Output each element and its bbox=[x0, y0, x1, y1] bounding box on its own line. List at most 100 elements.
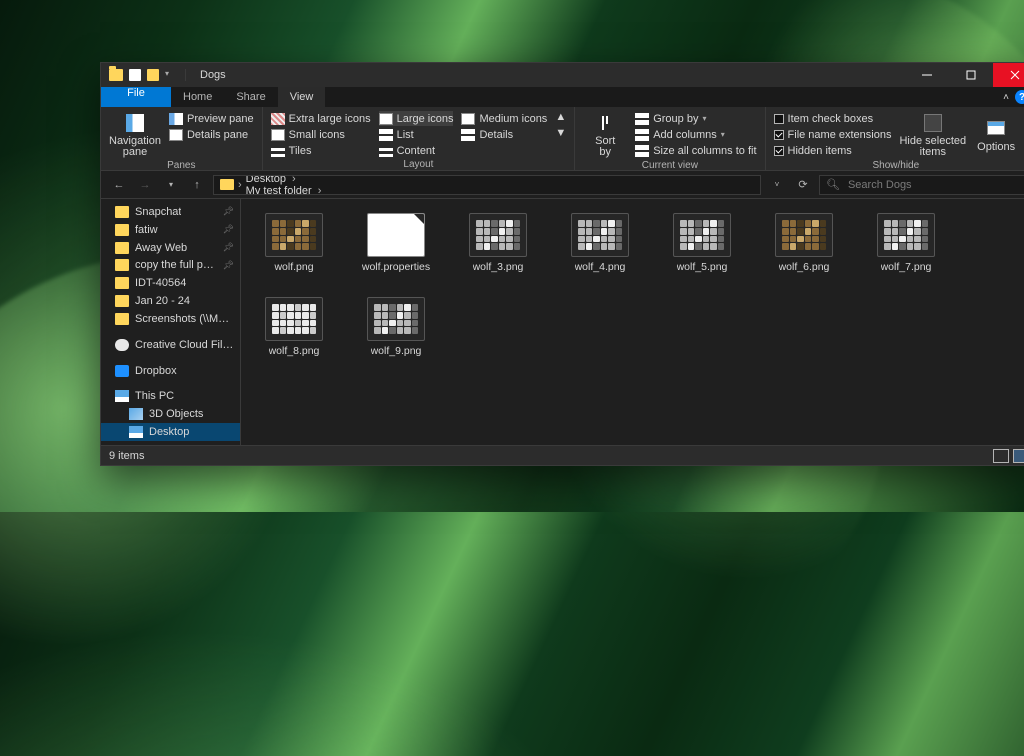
main-area: Snapchat📌︎fatiw📌︎Away Web📌︎copy the full… bbox=[101, 199, 1024, 445]
file-item[interactable]: wolf_9.png bbox=[361, 297, 431, 357]
details-pane-button[interactable]: Details pane bbox=[169, 127, 254, 142]
layout-xl[interactable]: Extra large icons bbox=[271, 111, 371, 126]
file-thumbnail bbox=[469, 213, 527, 257]
preview-pane-icon bbox=[169, 113, 183, 125]
layout-md[interactable]: Medium icons bbox=[461, 111, 547, 126]
layout-list[interactable]: List bbox=[379, 127, 454, 142]
sidebar-item-label: Dropbox bbox=[135, 365, 177, 377]
sidebar-item-label: Snapchat bbox=[135, 206, 181, 218]
layout-tiles[interactable]: Tiles bbox=[271, 143, 371, 158]
layout-scroll-up-icon[interactable]: ▲ bbox=[555, 111, 566, 123]
content-icon bbox=[379, 145, 393, 157]
file-item[interactable]: wolf.properties bbox=[361, 213, 431, 273]
help-icon[interactable]: ? bbox=[1015, 90, 1024, 104]
maximize-button[interactable] bbox=[949, 63, 993, 87]
file-thumbnail bbox=[673, 213, 731, 257]
refresh-button[interactable]: ⟳ bbox=[793, 175, 813, 195]
hide-icon bbox=[922, 112, 944, 134]
file-thumbnail bbox=[775, 213, 833, 257]
sidebar-item[interactable]: Creative Cloud Files bbox=[101, 336, 240, 354]
hidden-items-toggle[interactable]: Hidden items bbox=[774, 143, 892, 158]
sidebar-item[interactable]: Away Web📌︎ bbox=[101, 239, 240, 257]
view-details-button[interactable] bbox=[993, 449, 1009, 463]
sidebar-item[interactable]: fatiw📌︎ bbox=[101, 221, 240, 239]
layout-scroll-down-icon[interactable]: ▼ bbox=[555, 127, 566, 139]
folder-icon bbox=[220, 179, 234, 190]
sidebar-item[interactable]: 3D Objects bbox=[101, 405, 240, 423]
sidebar-item[interactable]: Dropbox bbox=[101, 362, 240, 380]
file-item[interactable]: wolf_5.png bbox=[667, 213, 737, 273]
sidebar-item[interactable]: IDT-40564 bbox=[101, 274, 240, 292]
sidebar-item[interactable]: Jan 20 - 24 bbox=[101, 292, 240, 310]
forward-button[interactable]: → bbox=[135, 175, 155, 195]
file-item[interactable]: wolf_4.png bbox=[565, 213, 635, 273]
close-button[interactable] bbox=[993, 63, 1024, 87]
sidebar-item-label: copy the full path for netw bbox=[135, 259, 217, 271]
ribbon: Navigation pane Preview pane Details pan… bbox=[101, 107, 1024, 171]
layout-sm[interactable]: Small icons bbox=[271, 127, 371, 142]
history-dropdown-icon[interactable]: ▾ bbox=[161, 175, 181, 195]
file-name: wolf_5.png bbox=[677, 261, 728, 273]
pc-icon bbox=[115, 390, 129, 402]
tab-file[interactable]: File bbox=[101, 87, 171, 107]
file-item[interactable]: wolf_8.png bbox=[259, 297, 329, 357]
lg-icon bbox=[379, 113, 393, 125]
details-icon bbox=[461, 129, 475, 141]
addcol-icon bbox=[635, 129, 649, 141]
file-item[interactable]: wolf_6.png bbox=[769, 213, 839, 273]
file-thumbnail bbox=[265, 297, 323, 341]
fldr-icon bbox=[115, 313, 129, 325]
search-input[interactable] bbox=[846, 178, 1022, 192]
pin-icon: 📌︎ bbox=[223, 224, 234, 235]
item-count: 9 items bbox=[109, 450, 144, 462]
sidebar-item[interactable]: This PC bbox=[101, 387, 240, 405]
view-icons-button[interactable] bbox=[1013, 449, 1024, 463]
collapse-ribbon-icon[interactable]: ˄ bbox=[1003, 92, 1009, 103]
pin-icon: 📌︎ bbox=[223, 260, 234, 271]
hide-selected-button[interactable]: Hide selected items bbox=[899, 111, 966, 159]
item-checkboxes-toggle[interactable]: Item check boxes bbox=[774, 111, 892, 126]
navigation-sidebar[interactable]: Snapchat📌︎fatiw📌︎Away Web📌︎copy the full… bbox=[101, 199, 241, 445]
layout-details[interactable]: Details bbox=[461, 127, 547, 142]
breadcrumb-segment[interactable]: Desktop bbox=[246, 175, 322, 185]
sidebar-item[interactable]: Desktop bbox=[101, 423, 240, 441]
qat-dropdown-icon[interactable]: ▾ bbox=[165, 69, 177, 81]
sidebar-item-label: Screenshots (\\MACBOOK bbox=[135, 313, 234, 325]
breadcrumb-segment[interactable]: My test folder bbox=[246, 185, 322, 195]
tab-share[interactable]: Share bbox=[224, 87, 277, 107]
file-item[interactable]: wolf.png bbox=[259, 213, 329, 273]
minimize-button[interactable] bbox=[905, 63, 949, 87]
options-button[interactable]: Options bbox=[974, 111, 1018, 159]
md-icon bbox=[461, 113, 475, 125]
ribbon-group-panes: Navigation pane Preview pane Details pan… bbox=[101, 107, 263, 170]
group-by-button[interactable]: Group by▾ bbox=[635, 111, 756, 126]
group-icon bbox=[635, 113, 649, 125]
layout-lg[interactable]: Large icons bbox=[379, 111, 454, 126]
file-view[interactable]: wolf.png wolf.properties wolf_3.png wolf_4.… bbox=[241, 199, 1024, 445]
preview-pane-button[interactable]: Preview pane bbox=[169, 111, 254, 126]
search-box[interactable]: 🔍︎ bbox=[819, 175, 1024, 195]
fldr-icon bbox=[115, 277, 129, 289]
file-name: wolf_3.png bbox=[473, 261, 524, 273]
tab-home[interactable]: Home bbox=[171, 87, 224, 107]
sidebar-item[interactable]: Snapchat📌︎ bbox=[101, 203, 240, 221]
tab-view[interactable]: View bbox=[278, 87, 326, 107]
file-item[interactable]: wolf_3.png bbox=[463, 213, 533, 273]
add-columns-button[interactable]: Add columns▾ bbox=[635, 127, 756, 142]
up-button[interactable]: ↑ bbox=[187, 175, 207, 195]
file-name: wolf_8.png bbox=[269, 345, 320, 357]
details-pane-icon bbox=[169, 129, 183, 141]
file-extensions-toggle[interactable]: File name extensions bbox=[774, 127, 892, 142]
file-item[interactable]: wolf_7.png bbox=[871, 213, 941, 273]
sort-by-button[interactable]: Sort by bbox=[583, 111, 627, 159]
sidebar-item[interactable]: copy the full path for netw 📌︎ bbox=[101, 257, 240, 275]
breadcrumb[interactable]: › This PCDesktopMy test folderDogs bbox=[213, 175, 761, 195]
size-columns-button[interactable]: Size all columns to fit bbox=[635, 143, 756, 158]
path-dropdown-icon[interactable]: ˅ bbox=[767, 175, 787, 195]
pc-icon bbox=[129, 426, 143, 438]
sidebar-item[interactable]: Screenshots (\\MACBOOK bbox=[101, 310, 240, 328]
layout-content[interactable]: Content bbox=[379, 143, 454, 158]
fldr-icon bbox=[115, 242, 129, 254]
navigation-pane-button[interactable]: Navigation pane bbox=[109, 111, 161, 159]
back-button[interactable]: ← bbox=[109, 175, 129, 195]
